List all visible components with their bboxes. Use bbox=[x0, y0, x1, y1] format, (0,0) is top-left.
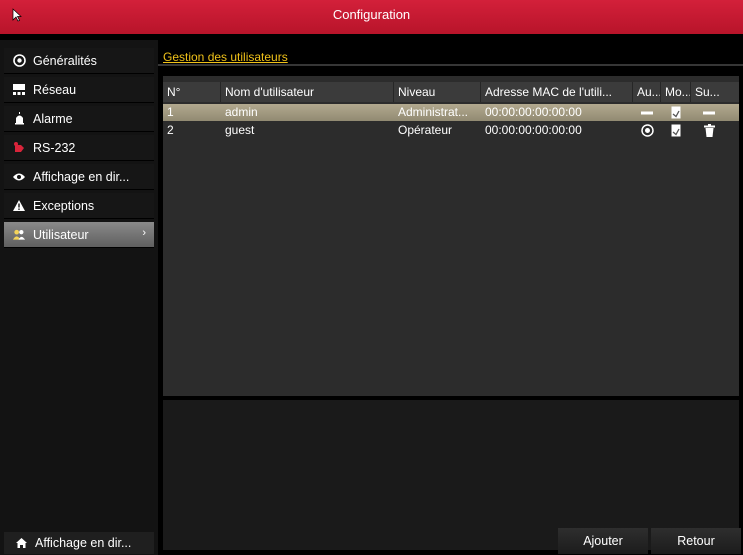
sidebar-item-label: Affichage en dir... bbox=[33, 169, 130, 184]
eye-icon bbox=[12, 170, 26, 184]
sidebar-item-exceptions[interactable]: Exceptions bbox=[4, 193, 154, 219]
sidebar-item-network[interactable]: Réseau bbox=[4, 77, 154, 103]
table-row[interactable]: 2 guest Opérateur 00:00:00:00:00:00 bbox=[163, 122, 739, 139]
sidebar-item-label: RS-232 bbox=[33, 140, 76, 155]
sidebar-item-label: Réseau bbox=[33, 82, 77, 97]
live-view-button[interactable]: Affichage en dir... bbox=[4, 532, 154, 554]
cell-no: 2 bbox=[167, 123, 174, 137]
column-header-delete[interactable]: Su... bbox=[691, 82, 727, 102]
column-header-no[interactable]: N° bbox=[163, 82, 221, 102]
sidebar-item-label: Alarme bbox=[33, 111, 73, 126]
table-header: N° Nom d'utilisateur Niveau Adresse MAC … bbox=[163, 82, 739, 102]
sidebar-item-user[interactable]: Utilisateur › bbox=[4, 222, 154, 248]
warning-icon bbox=[12, 199, 26, 213]
column-header-permission[interactable]: Au... bbox=[633, 82, 661, 102]
tab-user-management[interactable]: Gestion des utilisateurs bbox=[163, 50, 288, 64]
sidebar-item-label: Généralités bbox=[33, 53, 97, 68]
sidebar: Généralités Réseau Alarme RS-232 Afficha… bbox=[0, 40, 158, 555]
table-row[interactable]: 1 admin Administrat... 00:00:00:00:00:00 bbox=[163, 104, 739, 121]
cell-no: 1 bbox=[167, 105, 174, 119]
alarm-icon bbox=[12, 112, 26, 126]
sidebar-item-rs232[interactable]: RS-232 bbox=[4, 135, 154, 161]
dash-icon bbox=[633, 104, 661, 121]
tab-bar: Gestion des utilisateurs bbox=[158, 44, 743, 66]
cell-mac: 00:00:00:00:00:00 bbox=[485, 123, 582, 137]
home-icon bbox=[14, 536, 28, 550]
sidebar-item-live-view[interactable]: Affichage en dir... bbox=[4, 164, 154, 190]
users-icon bbox=[12, 228, 26, 242]
window-title: Configuration bbox=[332, 7, 411, 22]
sidebar-item-general[interactable]: Généralités bbox=[4, 48, 154, 74]
sidebar-item-alarm[interactable]: Alarme bbox=[4, 106, 154, 132]
dash-icon bbox=[691, 104, 727, 121]
cell-level: Administrat... bbox=[398, 105, 469, 119]
network-icon bbox=[12, 83, 26, 97]
edit-icon[interactable] bbox=[661, 104, 691, 121]
edit-icon[interactable] bbox=[661, 122, 691, 139]
trash-icon[interactable] bbox=[691, 122, 727, 139]
chevron-right-icon: › bbox=[142, 227, 146, 239]
sidebar-item-label: Utilisateur bbox=[33, 227, 89, 242]
cell-username: admin bbox=[225, 105, 258, 119]
sidebar-item-label: Exceptions bbox=[33, 198, 95, 213]
column-header-modify[interactable]: Mo... bbox=[661, 82, 691, 102]
mouse-cursor-icon bbox=[12, 8, 22, 22]
cell-username: guest bbox=[225, 123, 255, 137]
add-button[interactable]: Ajouter bbox=[558, 528, 648, 554]
permission-icon[interactable] bbox=[633, 122, 661, 139]
column-header-mac[interactable]: Adresse MAC de l'utili... bbox=[481, 82, 633, 102]
user-table: N° Nom d'utilisateur Niveau Adresse MAC … bbox=[163, 76, 739, 396]
cell-mac: 00:00:00:00:00:00 bbox=[485, 105, 582, 119]
rs232-icon bbox=[12, 141, 26, 155]
column-header-level[interactable]: Niveau bbox=[394, 82, 481, 102]
column-header-username[interactable]: Nom d'utilisateur bbox=[221, 82, 394, 102]
live-view-label: Affichage en dir... bbox=[35, 536, 132, 550]
title-bar: Configuration bbox=[0, 0, 743, 34]
back-button[interactable]: Retour bbox=[651, 528, 741, 554]
cell-level: Opérateur bbox=[398, 123, 453, 137]
settings-icon bbox=[12, 54, 26, 68]
main-panel: Gestion des utilisateurs N° Nom d'utilis… bbox=[158, 40, 743, 555]
